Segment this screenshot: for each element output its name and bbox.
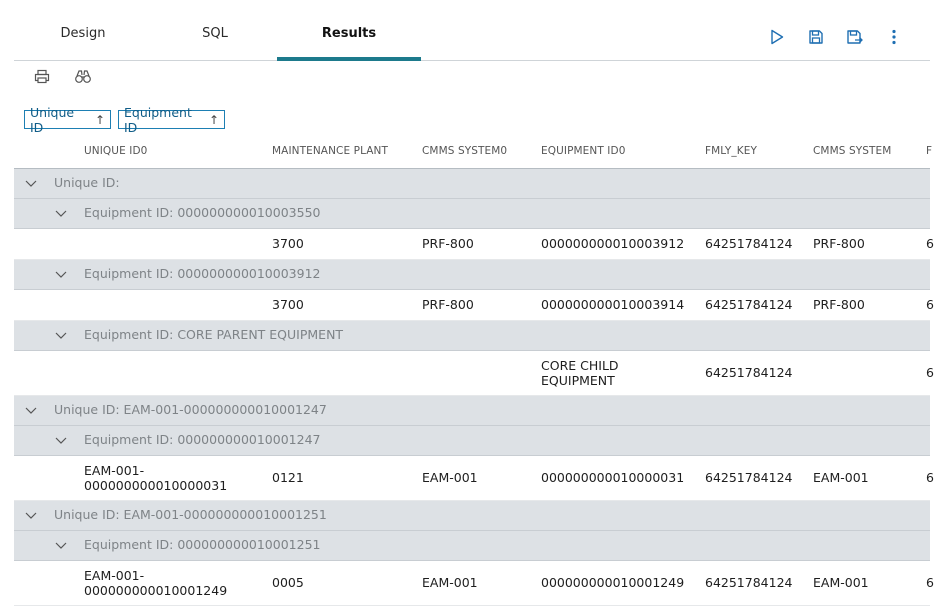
cell-cmms-system0: PRF-800 [422,236,474,251]
column-header-maintenance-plant[interactable]: MAINTENANCE PLANT [272,145,388,157]
cell-truncated: 6 [926,575,934,590]
cell-maintenance-plant: 0005 [272,575,304,590]
chevron-down-icon[interactable] [54,268,68,280]
table-row[interactable]: CORE CHILD EQUIPMENT 64251784124 6 [14,351,934,396]
cell-maintenance-plant: 3700 [272,236,304,251]
subgroup-label: Equipment ID: 000000000010001247 [84,432,321,447]
save-icon[interactable] [805,26,827,48]
subgroup-row-equipment-id[interactable]: Equipment ID: 000000000010001247 [14,426,930,456]
tab-results[interactable]: Results [277,0,421,61]
chevron-down-icon[interactable] [24,509,38,521]
cell-equipment-id0: 000000000010003912 [541,236,685,251]
group-row-unique-id[interactable]: Unique ID: EAM-001-000000000010001247 [14,396,930,426]
cell-equipment-id0: 000000000010003914 [541,297,685,312]
sort-arrow-icon[interactable]: ↑ [209,113,219,127]
cell-fmly-key: 64251784124 [705,365,793,380]
chevron-down-icon[interactable] [54,434,68,446]
print-icon[interactable] [32,66,52,86]
group-row-unique-id[interactable]: Unique ID: EAM-001-000000000010001251 [14,501,930,531]
cell-cmms-system0: EAM-001 [422,575,478,590]
binoculars-icon[interactable] [73,66,93,86]
group-label: Unique ID: EAM-001-000000000010001247 [54,402,327,417]
table-row[interactable]: EAM-001- 000000000010001249 0005 EAM-001… [14,561,934,606]
cell-unique-id0: EAM-001- [84,568,145,583]
cell-equipment-id0-line2: EQUIPMENT [541,373,615,388]
play-icon[interactable] [766,26,788,48]
cell-cmms-system: EAM-001 [813,575,869,590]
cell-truncated: 6 [926,236,934,251]
chevron-down-icon[interactable] [54,539,68,551]
cell-cmms-system0: EAM-001 [422,470,478,485]
subgroup-row-equipment-id[interactable]: Equipment ID: CORE PARENT EQUIPMENT [14,321,930,351]
column-header-cmms-system[interactable]: CMMS SYSTEM [813,145,891,157]
subgroup-label: Equipment ID: CORE PARENT EQUIPMENT [84,327,344,342]
cell-maintenance-plant: 3700 [272,297,304,312]
cell-cmms-system0: PRF-800 [422,297,474,312]
sort-arrow-icon[interactable]: ↑ [95,113,105,127]
cell-unique-id0-line2: 000000000010000031 [84,478,228,493]
cell-truncated: 6 [926,470,934,485]
cell-fmly-key: 64251784124 [705,236,793,251]
cell-equipment-id0: 000000000010001249 [541,575,685,590]
group-chip-unique-id[interactable]: Unique ID ↑ [24,105,111,135]
chevron-down-icon[interactable] [24,404,38,416]
cell-fmly-key: 64251784124 [705,575,793,590]
save-as-icon[interactable] [844,26,866,48]
table-row[interactable]: 3700 PRF-800 000000000010003912 64251784… [14,229,934,260]
column-header-truncated[interactable]: F [926,145,932,157]
subgroup-row-equipment-id[interactable]: Equipment ID: 000000000010001251 [14,531,930,561]
subgroup-label: Equipment ID: 000000000010003550 [84,205,321,220]
table-row[interactable]: EAM-001- 000000000010000031 0121 EAM-001… [14,456,934,501]
tab-bar: Design SQL Results [14,0,930,61]
table-row[interactable]: 3700 PRF-800 000000000010003914 64251784… [14,290,934,321]
group-chip-equipment-id[interactable]: Equipment ID ↑ [118,105,225,135]
column-header-cmms-system0[interactable]: CMMS SYSTEM0 [422,145,507,157]
cell-fmly-key: 64251784124 [705,470,793,485]
column-header-fmly-key[interactable]: FMLY_KEY [705,145,757,157]
chevron-down-icon[interactable] [54,329,68,341]
group-label: Unique ID: [54,175,120,190]
column-header-equipment-id0[interactable]: EQUIPMENT ID0 [541,145,625,157]
group-chip-label: Unique ID [30,104,75,135]
subgroup-row-equipment-id[interactable]: Equipment ID: 000000000010003550 [14,199,930,229]
group-row-unique-id[interactable]: Unique ID: [14,169,930,199]
column-header-unique-id0[interactable]: UNIQUE ID0 [84,145,147,157]
chevron-down-icon[interactable] [54,207,68,219]
subgroup-label: Equipment ID: 000000000010003912 [84,266,321,281]
cell-cmms-system: PRF-800 [813,297,865,312]
tab-design[interactable]: Design [38,0,128,60]
cell-truncated: 6 [926,365,934,380]
grid-header: UNIQUE ID0 MAINTENANCE PLANT CMMS SYSTEM… [14,138,932,169]
cell-truncated: 6 [926,297,934,312]
subgroup-row-equipment-id[interactable]: Equipment ID: 000000000010003912 [14,260,930,290]
tab-sql[interactable]: SQL [168,0,262,60]
cell-fmly-key: 64251784124 [705,297,793,312]
group-label: Unique ID: EAM-001-000000000010001251 [54,507,327,522]
chevron-down-icon[interactable] [24,177,38,189]
cell-equipment-id0: 000000000010000031 [541,470,685,485]
cell-cmms-system: PRF-800 [813,236,865,251]
cell-unique-id0-line2: 000000000010001249 [84,583,228,598]
results-grid: UNIQUE ID0 MAINTENANCE PLANT CMMS SYSTEM… [14,138,934,606]
more-vertical-icon[interactable] [883,26,905,48]
cell-cmms-system: EAM-001 [813,470,869,485]
cell-equipment-id0: CORE CHILD [541,358,619,373]
subgroup-label: Equipment ID: 000000000010001251 [84,537,321,552]
cell-maintenance-plant: 0121 [272,470,304,485]
group-chip-label: Equipment ID [124,104,192,135]
cell-unique-id0: EAM-001- [84,463,145,478]
